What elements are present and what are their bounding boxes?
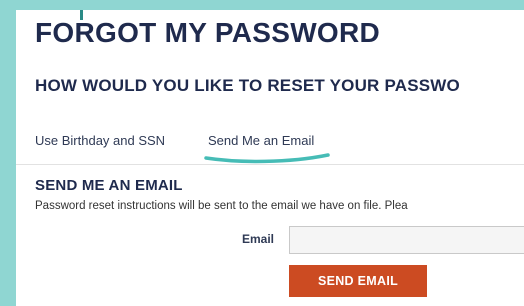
section-description: Password reset instructions will be sent… (35, 200, 408, 212)
email-input[interactable] (289, 226, 524, 254)
page-subtitle: HOW WOULD YOU LIKE TO RESET YOUR PASSWO (35, 76, 460, 95)
reset-card: FORGOT MY PASSWORD HOW WOULD YOU LIKE TO… (16, 10, 524, 306)
page-title: FORGOT MY PASSWORD (35, 17, 381, 48)
reset-method-tabs: Use Birthday and SSN Send Me an Email (16, 122, 524, 165)
active-tab-underline (204, 153, 330, 164)
send-email-button[interactable]: SEND EMAIL (289, 265, 427, 297)
section-title: SEND ME AN EMAIL (35, 177, 183, 194)
tab-birthday-ssn[interactable]: Use Birthday and SSN (35, 133, 165, 148)
tab-send-email[interactable]: Send Me an Email (208, 133, 314, 148)
email-label: Email (242, 232, 275, 246)
